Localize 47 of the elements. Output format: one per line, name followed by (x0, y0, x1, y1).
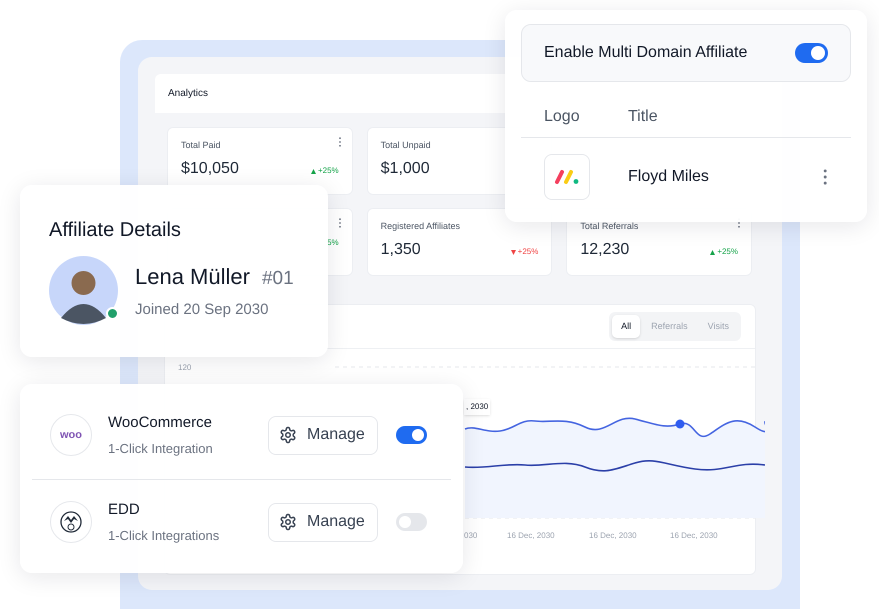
toggle-switch[interactable] (396, 513, 427, 532)
trend-value: +25% (318, 165, 339, 177)
integration-subtitle: 1-Click Integrations (108, 526, 220, 545)
more-icon[interactable] (338, 137, 342, 147)
affiliate-number: #01 (262, 266, 294, 290)
analytics-title: Analytics (168, 87, 208, 101)
manage-button[interactable]: Manage (268, 502, 378, 542)
stat-value: 1,350 (380, 242, 421, 258)
x-axis-label: 030 (464, 530, 478, 542)
x-axis-label: 16 Dec, 2030 (507, 530, 555, 542)
tab[interactable]: All (612, 314, 640, 338)
x-axis-label: 16 Dec, 2030 (670, 530, 718, 542)
trend-value: +25% (717, 246, 738, 258)
integration-name: WooCommerce (108, 413, 213, 434)
x-axis-label: 16 Dec, 2030 (589, 530, 637, 542)
data-point (676, 420, 684, 428)
setting-label: Enable Multi Domain Affiliate (544, 43, 748, 63)
shield-logo-icon (60, 511, 82, 534)
toggle-switch[interactable] (795, 43, 828, 63)
affiliate-name: Lena Müller (135, 262, 250, 290)
more-icon[interactable] (822, 169, 828, 185)
manage-button[interactable]: Manage (268, 416, 378, 455)
avatar (49, 256, 118, 325)
trend-value: 5% (327, 237, 339, 249)
card-heading: Affiliate Details (49, 220, 182, 240)
stat-value: $10,050 (181, 161, 239, 177)
y-axis-label: 120 (178, 362, 192, 374)
integration-subtitle: 1-Click Integration (108, 440, 214, 458)
column-header: Logo (544, 107, 581, 127)
brand-logo-icon (554, 169, 580, 185)
logo-text: woo (60, 428, 82, 443)
trend-value: +25% (518, 246, 538, 258)
stat-label: Total Paid (181, 141, 222, 150)
stat-value: $1,000 (380, 161, 430, 177)
toggle-switch[interactable] (396, 426, 427, 444)
column-header: Title (628, 107, 658, 127)
joined-date: Joined 20 Sep 2030 (135, 300, 270, 320)
chart-tooltip: , 2030 (464, 399, 490, 415)
stat-label: Total Referrals (580, 222, 640, 231)
row-title: Floyd Miles (628, 167, 710, 187)
settings-icon (279, 513, 297, 532)
stat-label: Total Unpaid (380, 141, 432, 150)
integration-name: EDD (108, 500, 141, 520)
settings-icon (279, 426, 297, 444)
stat-value: 12,230 (580, 242, 630, 258)
stat-label: Registered Affiliates (380, 222, 462, 231)
more-icon[interactable] (338, 218, 342, 228)
